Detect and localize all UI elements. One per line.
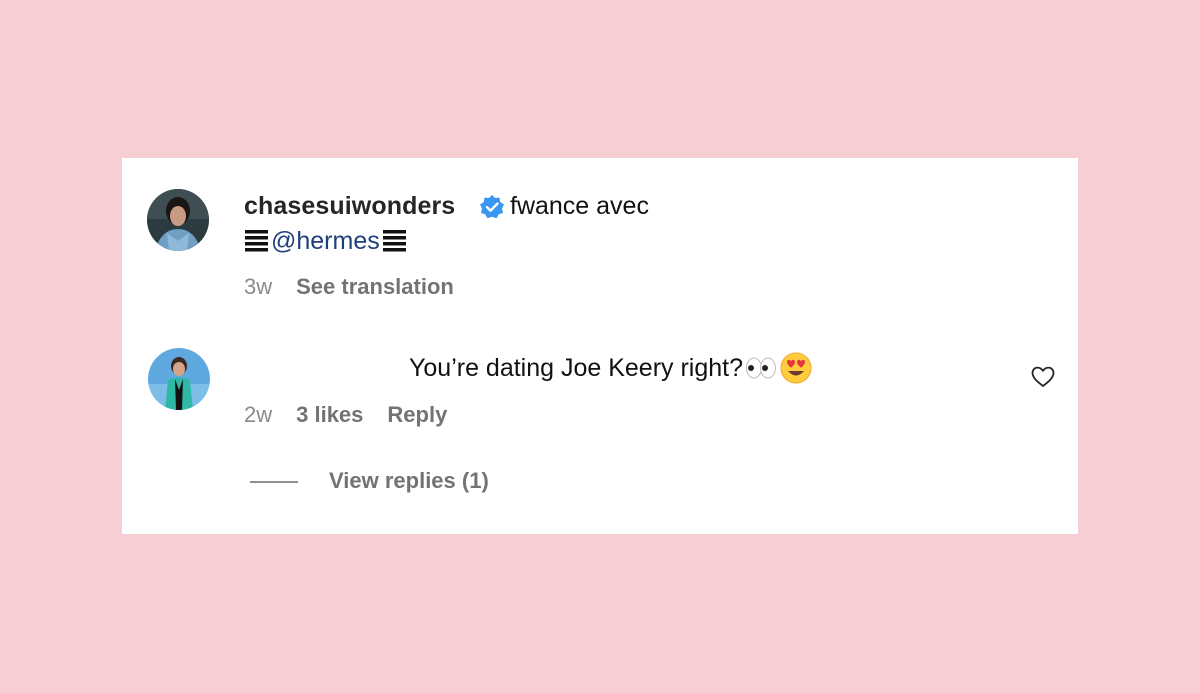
see-translation-button[interactable]: See translation bbox=[296, 274, 454, 300]
heart-eyes-emoji-icon bbox=[780, 352, 812, 384]
comment-card: chasesuiwonders fwance avec @hermes 3w S… bbox=[122, 158, 1078, 534]
like-heart-icon[interactable] bbox=[1030, 364, 1056, 390]
view-replies-button[interactable]: View replies (1) bbox=[329, 468, 489, 494]
reply-button[interactable]: Reply bbox=[387, 402, 447, 428]
verified-badge-icon bbox=[480, 195, 504, 219]
comment-username[interactable]: chasesuiwonders bbox=[244, 192, 455, 221]
comment-time: 3w bbox=[244, 274, 273, 299]
likes-count[interactable]: 3 likes bbox=[296, 402, 363, 428]
comment-text: fwance avec bbox=[510, 192, 649, 220]
bars-glyph-icon bbox=[245, 229, 268, 251]
reply-comment-body: You’re dating Joe Keery right? bbox=[409, 353, 744, 382]
avatar-chasesuiwonders[interactable] bbox=[147, 189, 209, 251]
bars-glyph-icon bbox=[382, 229, 406, 251]
avatar-commenter[interactable] bbox=[148, 348, 210, 410]
reply-time: 2w bbox=[244, 402, 273, 427]
replies-divider bbox=[250, 481, 298, 483]
mention-link[interactable]: @hermes bbox=[271, 227, 380, 256]
eyes-emoji-icon bbox=[746, 357, 777, 379]
comment-text-line2: @hermes bbox=[244, 227, 407, 256]
reply-comment-text: You’re dating Joe Keery right? bbox=[409, 351, 813, 385]
reply-comment-meta: 2w 3 likes Reply bbox=[244, 402, 447, 428]
comment-meta: 3w See translation bbox=[244, 274, 454, 300]
